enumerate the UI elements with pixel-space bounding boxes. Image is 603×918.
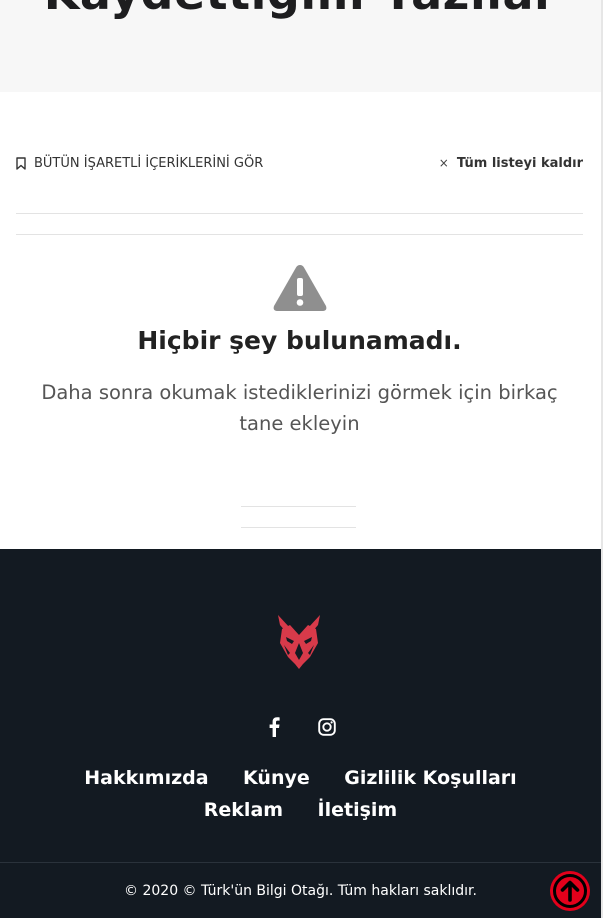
empty-state-title: Hiçbir şey bulunamadı. [137, 326, 462, 355]
footer-link-about[interactable]: Hakkımızda [84, 763, 208, 793]
arrow-up-icon [553, 874, 587, 908]
clear-list-button[interactable]: × Tüm listeyi kaldır [439, 156, 583, 171]
site-footer: Hakkımızda Künye Gizlilik Koşulları Rekl… [0, 549, 601, 918]
copyright-text: © 2020 © Türk'ün Bilgi Otağı. Tüm haklar… [124, 883, 477, 899]
title-band: Kaydettiğim Yazılar [0, 0, 601, 92]
footer-nav: Hakkımızda Künye Gizlilik Koşulları Rekl… [20, 763, 581, 827]
close-icon: × [438, 156, 449, 170]
divider [241, 506, 356, 507]
clear-list-label: Tüm listeyi kaldır [456, 155, 583, 171]
wolf-logo-icon [278, 615, 320, 669]
see-all-label: BÜTÜN İŞARETLİ İÇERİKLERİNİ GÖR [34, 155, 264, 171]
divider [241, 527, 356, 528]
footer-link-contact[interactable]: İletişim [318, 795, 398, 825]
empty-state: Hiçbir şey bulunamadı. Daha sonra okumak… [16, 262, 583, 439]
social-links [0, 716, 601, 738]
site-logo[interactable] [270, 613, 328, 669]
facebook-icon [269, 717, 280, 737]
page: Kaydettiğim Yazılar BÜTÜN İŞARETLİ İÇERİ… [0, 0, 601, 918]
divider [16, 213, 583, 214]
warning-icon [273, 265, 326, 311]
empty-state-description: Daha sonra okumak istediklerinizi görmek… [41, 381, 558, 435]
footer-link-ads[interactable]: Reklam [204, 795, 283, 825]
instagram-icon [317, 718, 336, 736]
facebook-link[interactable] [266, 716, 284, 738]
page-title: Kaydettiğim Yazılar [0, 0, 601, 20]
footer-divider [0, 862, 601, 863]
instagram-link[interactable] [317, 716, 336, 738]
see-all-bookmarks-link[interactable]: BÜTÜN İŞARETLİ İÇERİKLERİNİ GÖR [16, 156, 263, 171]
back-to-top-button[interactable] [550, 871, 590, 911]
footer-link-imprint[interactable]: Künye [243, 763, 310, 793]
footer-link-privacy[interactable]: Gizlilik Koşulları [344, 763, 516, 793]
divider [16, 234, 583, 235]
bookmark-icon [16, 156, 26, 170]
saved-toolbar: BÜTÜN İŞARETLİ İÇERİKLERİNİ GÖR × Tüm li… [16, 150, 583, 176]
